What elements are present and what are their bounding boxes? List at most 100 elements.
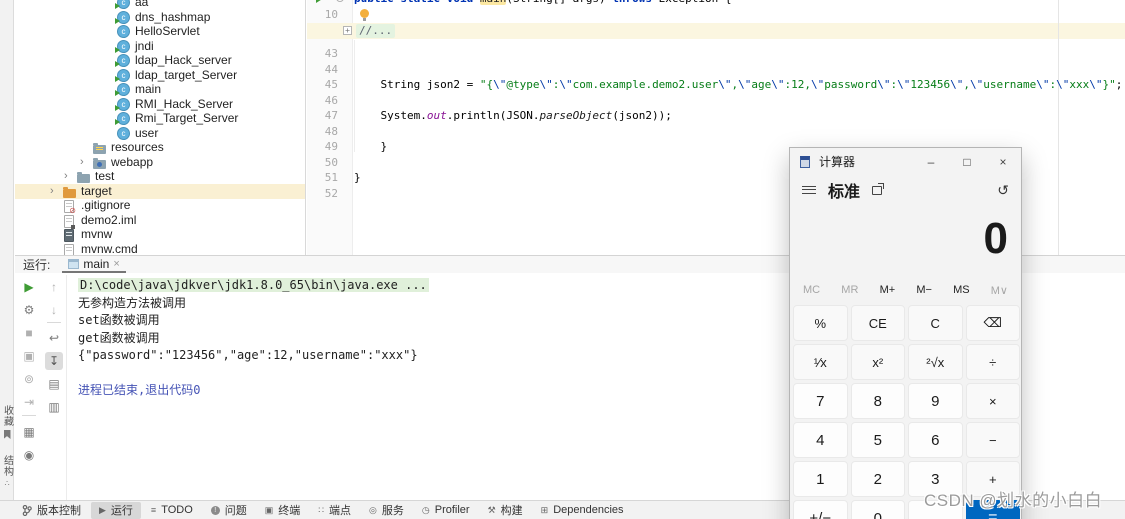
tree-item-.gitignore[interactable]: .gitignore (15, 198, 305, 215)
minimize-button[interactable]: – (913, 148, 949, 175)
bottom-tab-endpoints[interactable]: ∷ 端点 (310, 502, 359, 519)
tree-item-dns_hashmap[interactable]: c dns_hashmap (15, 10, 305, 25)
scrollend-icon[interactable]: ↧ (45, 352, 63, 370)
pin-icon[interactable]: ◉ (20, 446, 38, 464)
bottom-tab-label: 运行 (110, 505, 133, 517)
clear-icon[interactable]: ▥ (45, 398, 63, 416)
calc-key-C[interactable]: C (908, 305, 963, 341)
tree-item-mvnw.cmd[interactable]: mvnw.cmd (15, 242, 305, 255)
toolwindow-tab-favorites[interactable]: 收藏 (0, 405, 14, 439)
chevron-right-icon[interactable]: › (80, 155, 84, 170)
tree-item-resources[interactable]: resources (15, 140, 305, 155)
calc-key-8[interactable]: 8 (850, 383, 905, 419)
calc-key-x²[interactable]: x² (850, 344, 905, 380)
code-line: } (354, 140, 388, 153)
calc-key-+[interactable]: + (965, 461, 1020, 497)
close-button[interactable]: × (985, 148, 1021, 175)
calc-key-3[interactable]: 3 (908, 461, 963, 497)
calc-key-4[interactable]: 4 (793, 422, 848, 458)
calc-key-.[interactable]: . (908, 500, 963, 519)
tree-item-Rmi_Target_Server[interactable]: c Rmi_Target_Server (15, 111, 305, 126)
bottom-tab-play[interactable]: ▶ 运行 (91, 501, 141, 519)
rerun-icon[interactable]: ▶ (20, 278, 38, 296)
calculator-titlebar[interactable]: 计算器 – □ × (790, 148, 1021, 175)
bottom-tab-services[interactable]: ◎ 服务 (361, 502, 412, 519)
memory-button-MS[interactable]: MS (953, 284, 970, 297)
calc-key-÷[interactable]: ÷ (965, 344, 1020, 380)
memory-button-M−[interactable]: M− (916, 284, 932, 297)
exit-icon[interactable]: ⇥ (20, 393, 38, 411)
print-icon[interactable]: ▤ (45, 375, 63, 393)
calc-key-6[interactable]: 6 (908, 422, 963, 458)
calc-key-2[interactable]: 2 (850, 461, 905, 497)
folder-icon (93, 157, 106, 169)
calc-key-+/−[interactable]: +/− (793, 500, 848, 519)
calc-key-−[interactable]: − (965, 422, 1020, 458)
calculator-window[interactable]: 计算器 – □ × 标准 ↺ 0 MC MR M+ M− MS M∨ % CE C ⌫ ¹⁄x x²… (789, 147, 1022, 519)
bottom-tab-terminal[interactable]: ▣ 终端 (257, 502, 309, 519)
tree-item-mvnw[interactable]: mvnw (15, 227, 305, 242)
bottom-tab-todo[interactable]: ≡ TODO (143, 502, 201, 519)
calc-key-5[interactable]: 5 (850, 422, 905, 458)
calc-key-⌫[interactable]: ⌫ (965, 305, 1020, 341)
tree-item-main[interactable]: c main (15, 82, 305, 97)
calc-key-=[interactable]: = (965, 500, 1020, 519)
calc-key-7[interactable]: 7 (793, 383, 848, 419)
bottom-tab-profiler[interactable]: ◷ Profiler (414, 502, 478, 519)
bottom-tab-problems[interactable]: ! 问题 (203, 502, 255, 519)
calc-key-CE[interactable]: CE (850, 305, 905, 341)
tree-item-HelloServlet[interactable]: c HelloServlet (15, 24, 305, 39)
calc-key-²√x[interactable]: ²√x (908, 344, 963, 380)
run-gutter-icon[interactable] (316, 0, 324, 3)
run-tab-main[interactable]: main × (62, 256, 126, 273)
history-icon[interactable]: ↺ (997, 182, 1009, 199)
branch-icon (22, 504, 32, 516)
tree-item-ldap_target_Server[interactable]: c ldap_target_Server (15, 68, 305, 83)
project-tree-panel: c aa c dns_hashmap c HelloServlet c jndi c ldap_H… (15, 0, 306, 255)
hamburger-menu-icon[interactable] (802, 185, 816, 195)
stop-icon[interactable]: ■ (20, 324, 38, 342)
calc-key-×[interactable]: × (965, 383, 1020, 419)
calc-key-0[interactable]: 0 (850, 500, 905, 519)
layout-icon[interactable]: ▦ (20, 423, 38, 441)
line-number: 44 (324, 62, 338, 76)
tree-item-jndi[interactable]: c jndi (15, 39, 305, 54)
down-icon[interactable]: ↓ (45, 301, 63, 319)
memory-row: MC MR M+ M− MS M∨ (790, 284, 1021, 297)
toolbar-divider (47, 322, 61, 323)
tree-item-webapp[interactable]: › webapp (15, 155, 305, 170)
bottom-tab-build[interactable]: ⚒ 构建 (480, 502, 531, 519)
memory-button-M+[interactable]: M+ (880, 284, 896, 297)
class-icon: c (115, 39, 130, 53)
calc-key-%[interactable]: % (793, 305, 848, 341)
services-icon: ◎ (369, 505, 377, 515)
keep-on-top-icon[interactable] (872, 182, 885, 195)
tree-item-test[interactable]: › test (15, 169, 305, 184)
code-line: System.out.println(JSON.parseObject(json… (354, 109, 672, 122)
tree-item-ldap_Hack_server[interactable]: c ldap_Hack_server (15, 53, 305, 68)
toolwindow-tab-structure[interactable]: 结构 ∴ (0, 455, 14, 488)
tree-item-target[interactable]: › target (15, 183, 305, 199)
tree-item-RMI_Hack_Server[interactable]: c RMI_Hack_Server (15, 97, 305, 112)
maximize-button[interactable]: □ (949, 148, 985, 175)
chevron-right-icon[interactable]: › (64, 169, 68, 184)
calc-key-¹⁄x[interactable]: ¹⁄x (793, 344, 848, 380)
close-tab-icon[interactable]: × (113, 258, 119, 270)
intention-bulb-icon[interactable] (360, 9, 369, 21)
calc-key-1[interactable]: 1 (793, 461, 848, 497)
tree-item-user[interactable]: c user (15, 126, 305, 141)
bottom-tab-dependencies[interactable]: ⊞ Dependencies (533, 502, 632, 519)
fold-expand-icon[interactable]: + (343, 26, 352, 35)
tree-item-demo2.iml[interactable]: demo2.iml (15, 213, 305, 229)
screenshot-icon[interactable]: ▣ (20, 347, 38, 365)
softwrap-icon[interactable]: ↩ (45, 329, 63, 347)
bottom-tab-branch[interactable]: 版本控制 (14, 502, 89, 519)
runnable-mark-icon (115, 3, 120, 9)
folded-code-placeholder[interactable]: //... (356, 24, 396, 38)
chevron-right-icon[interactable]: › (50, 184, 54, 199)
settings-icon[interactable]: ⚙ (20, 301, 38, 319)
up-icon[interactable]: ↑ (45, 278, 63, 296)
calc-key-9[interactable]: 9 (908, 383, 963, 419)
coverage-icon[interactable]: ⊚ (20, 370, 38, 388)
tree-item-aa[interactable]: c aa (15, 0, 305, 10)
